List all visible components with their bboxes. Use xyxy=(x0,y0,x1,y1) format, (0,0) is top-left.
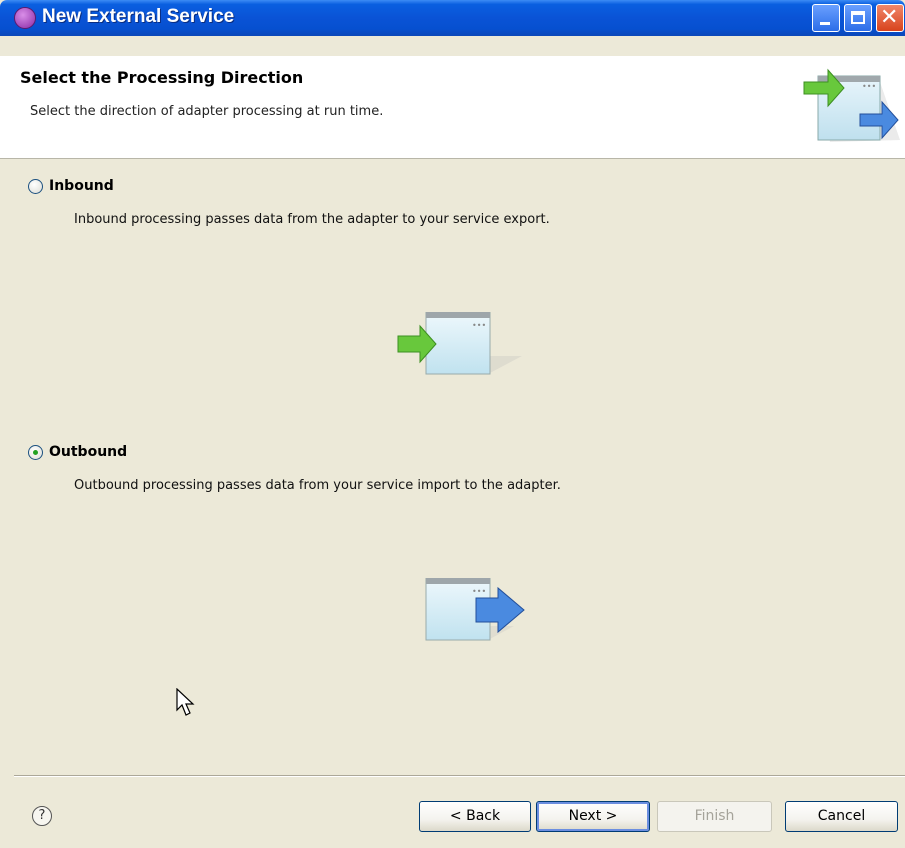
cancel-button[interactable]: Cancel xyxy=(785,801,898,832)
outbound-label[interactable]: Outbound xyxy=(49,444,127,460)
inbound-label[interactable]: Inbound xyxy=(49,178,114,194)
inbound-arrow-icon: ••• xyxy=(397,312,522,375)
svg-text:•••: ••• xyxy=(472,321,486,330)
finish-button[interactable]: Finish xyxy=(657,801,772,832)
maximize-button[interactable] xyxy=(844,4,872,32)
title-bar[interactable]: New External Service ✕ xyxy=(0,0,905,36)
wizard-window: New External Service ✕ Select the Proces… xyxy=(0,0,905,848)
maximize-icon xyxy=(851,11,865,24)
page-description: Select the direction of adapter processi… xyxy=(30,104,384,119)
outbound-description: Outbound processing passes data from you… xyxy=(74,478,561,493)
page-title: Select the Processing Direction xyxy=(20,68,304,87)
inbound-radio[interactable] xyxy=(28,179,43,194)
minimize-icon xyxy=(820,22,830,25)
mouse-cursor-icon xyxy=(176,688,195,716)
outbound-arrow-icon: ••• xyxy=(425,578,525,641)
back-button[interactable]: < Back xyxy=(419,801,531,832)
processing-direction-icon: ••• xyxy=(803,68,900,142)
inbound-description: Inbound processing passes data from the … xyxy=(74,212,550,227)
minimize-button[interactable] xyxy=(812,4,840,32)
close-button[interactable]: ✕ xyxy=(876,4,904,32)
footer-separator xyxy=(14,775,905,777)
outbound-radio[interactable] xyxy=(28,445,43,460)
svg-text:•••: ••• xyxy=(472,587,486,596)
svg-text:•••: ••• xyxy=(862,82,876,91)
help-button[interactable]: ? xyxy=(32,806,52,826)
window-title: New External Service xyxy=(42,6,235,27)
wizard-app-icon xyxy=(14,7,36,29)
wizard-banner: Select the Processing Direction Select t… xyxy=(0,56,905,159)
next-button[interactable]: Next > xyxy=(536,801,650,832)
close-icon: ✕ xyxy=(880,5,899,30)
